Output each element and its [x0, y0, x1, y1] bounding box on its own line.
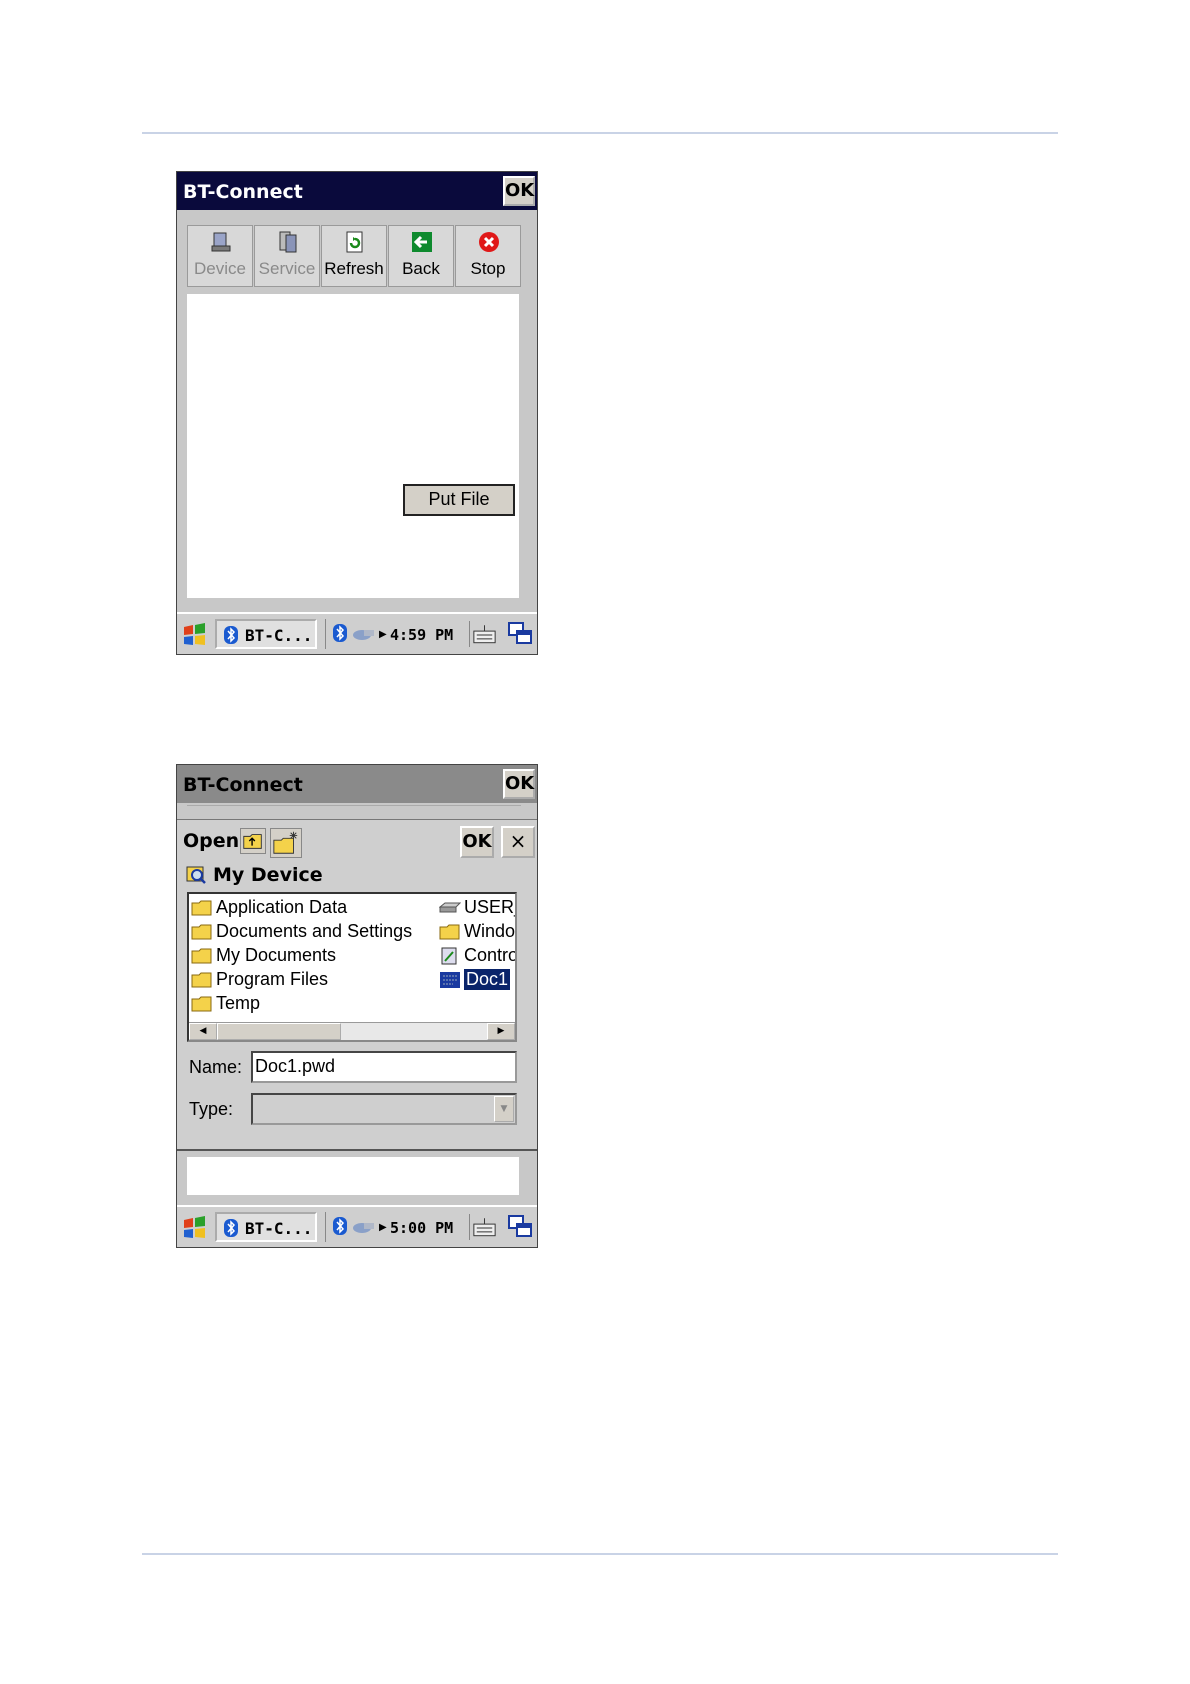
- window-titlebar: BT-Connect OK: [177, 765, 537, 803]
- clock[interactable]: 4:59 PM: [390, 626, 453, 644]
- file-list: Application Data Documents and Settings …: [187, 892, 517, 1042]
- screenshot-bt-connect-put-file: BT-Connect OK Device Service Refresh Bac…: [176, 171, 538, 655]
- refresh-button[interactable]: Refresh: [321, 225, 387, 287]
- name-field[interactable]: Doc1.pwd: [251, 1051, 517, 1083]
- dialog-close-button[interactable]: ×: [501, 826, 535, 858]
- folder-icon: [191, 948, 212, 964]
- new-folder-icon[interactable]: [270, 828, 302, 858]
- folder-icon: [191, 900, 212, 916]
- ok-button[interactable]: OK: [503, 176, 535, 206]
- content-pane: Put File: [187, 294, 519, 598]
- put-file-button[interactable]: Put File: [403, 484, 515, 516]
- keyboard-icon[interactable]: [469, 621, 499, 647]
- folder-icon: [439, 924, 460, 940]
- task-label: BT-C...: [245, 1219, 313, 1238]
- open-dialog: Open OK × My Device Application Data Doc…: [177, 819, 537, 1151]
- bluetooth-tray-icon[interactable]: [332, 1216, 348, 1236]
- taskbar: BT-C... ▶ 4:59 PM: [177, 612, 537, 654]
- scroll-right-icon[interactable]: ▶: [487, 1023, 515, 1040]
- bluetooth-icon: [224, 626, 238, 644]
- my-device-icon: [186, 866, 206, 884]
- service-button[interactable]: Service: [254, 225, 320, 287]
- device-button[interactable]: Device: [187, 225, 253, 287]
- tray-arrow-icon: ▶: [379, 629, 387, 640]
- back-label: Back: [402, 259, 440, 278]
- folder-icon: [191, 996, 212, 1012]
- toolbar: Device Service Refresh Back Stop: [187, 225, 521, 287]
- folder-icon: [191, 924, 212, 940]
- dialog-header: Open OK ×: [177, 824, 537, 860]
- tray-arrow-icon: ▶: [379, 1222, 387, 1233]
- list-item-label: Contro: [464, 945, 517, 965]
- taskbar-task-button[interactable]: BT-C...: [215, 619, 317, 649]
- start-windows-icon[interactable]: [181, 1216, 207, 1240]
- start-windows-icon[interactable]: [181, 623, 207, 647]
- task-label: BT-C...: [245, 626, 313, 645]
- chevron-down-icon[interactable]: ▼: [494, 1096, 514, 1122]
- bluetooth-tray-icon[interactable]: [332, 623, 348, 643]
- window-title: BT-Connect: [183, 774, 303, 796]
- back-arrow-icon: [412, 232, 432, 252]
- list-item-label: Windo: [464, 921, 516, 941]
- document-icon: [440, 972, 460, 988]
- scroll-left-icon[interactable]: ◀: [189, 1023, 217, 1040]
- clock[interactable]: 5:00 PM: [390, 1219, 453, 1237]
- toolbar-obscured: [187, 805, 521, 819]
- list-item-label: USER_: [464, 897, 515, 917]
- window-switch-icon[interactable]: [507, 621, 533, 647]
- list-item-label: Temp: [216, 993, 261, 1013]
- control-panel-icon: [441, 947, 457, 965]
- screenshot-open-file-dialog: BT-Connect OK Open OK × My Device Applic…: [176, 764, 538, 1248]
- back-button[interactable]: Back: [388, 225, 454, 287]
- network-icon[interactable]: [352, 626, 376, 642]
- list-item-label: Program Files: [216, 969, 329, 989]
- scroll-thumb[interactable]: [217, 1023, 341, 1040]
- device-icon: [211, 232, 231, 252]
- horizontal-scrollbar[interactable]: ◀ ▶: [189, 1022, 515, 1040]
- up-folder-icon[interactable]: [240, 828, 266, 854]
- keyboard-icon[interactable]: [469, 1214, 499, 1240]
- stop-icon: [479, 232, 499, 252]
- service-icon: [279, 231, 297, 253]
- type-label: Type:: [189, 1099, 234, 1119]
- system-tray: ▶ 4:59 PM: [325, 619, 465, 649]
- bluetooth-icon: [224, 1219, 238, 1237]
- list-item-label: Application Data: [216, 897, 348, 917]
- page-footer-rule: [142, 1553, 1058, 1555]
- taskbar: BT-C... ▶ 5:00 PM: [177, 1205, 537, 1247]
- drive-icon: [439, 902, 461, 913]
- ok-button[interactable]: OK: [503, 769, 535, 799]
- system-tray: ▶ 5:00 PM: [325, 1212, 465, 1242]
- dialog-ok-button[interactable]: OK: [460, 826, 494, 858]
- window-titlebar: BT-Connect OK: [177, 172, 537, 210]
- content-pane: [187, 1157, 519, 1195]
- window-title: BT-Connect: [183, 181, 303, 203]
- stop-label: Stop: [470, 259, 506, 278]
- device-label: Device: [194, 259, 246, 278]
- name-label: Name:: [189, 1057, 243, 1077]
- stop-button[interactable]: Stop: [455, 225, 521, 287]
- list-item-label: Documents and Settings: [216, 921, 413, 941]
- dialog-title: Open: [183, 830, 240, 852]
- list-item-label: Doc1: [462, 968, 512, 991]
- page-header-rule: [142, 132, 1058, 134]
- folder-icon: [191, 972, 212, 988]
- taskbar-task-button[interactable]: BT-C...: [215, 1212, 317, 1242]
- network-icon[interactable]: [352, 1219, 376, 1235]
- location-label: My Device: [213, 864, 323, 886]
- refresh-label: Refresh: [324, 259, 384, 278]
- window-switch-icon[interactable]: [507, 1214, 533, 1240]
- refresh-icon: [346, 231, 363, 253]
- type-dropdown[interactable]: ▼: [251, 1093, 517, 1125]
- list-item-label: My Documents: [216, 945, 337, 965]
- service-label: Service: [258, 259, 316, 278]
